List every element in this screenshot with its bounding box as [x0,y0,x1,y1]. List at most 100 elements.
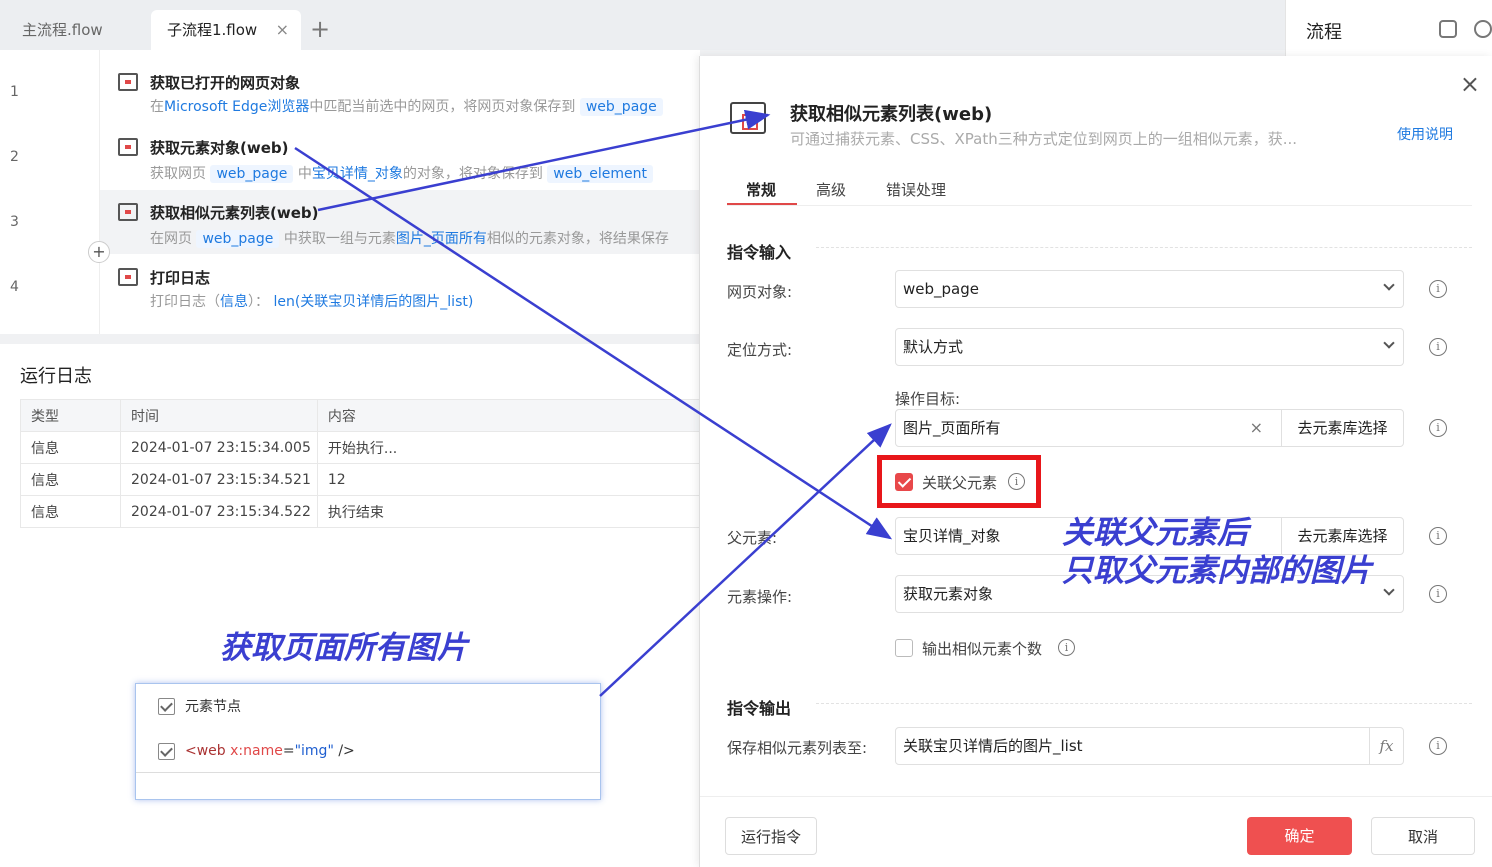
desc-text: ）： [248,294,269,310]
element-tree-popup: 元素节点 <web x:name="img" /> [135,683,601,800]
step-description: 打印日志（信息）： len(关联宝贝详情后的图片_list) [150,291,473,311]
checkbox-checked[interactable] [158,742,175,760]
log-content: 执行结束 [316,495,701,528]
info-icon[interactable]: i [1429,737,1447,755]
tree-node-label: 元素节点 [185,699,241,715]
locate-method-select[interactable]: 默认方式 [895,328,1404,366]
tab-main-flow[interactable]: 主流程.flow [22,10,103,50]
add-tab-icon[interactable]: + [310,14,330,44]
section-input-title: 指令输入 [727,243,792,262]
annotation-all-images: 获取页面所有图片 [220,630,468,666]
link-parent-label: 关联父元素 [922,474,998,492]
log-type: 信息 [20,495,121,528]
tab-bar: 主流程.flow 子流程1.flow × + [0,0,1285,50]
chevron-down-icon [1383,279,1395,291]
log-type: 信息 [20,463,121,496]
info-icon[interactable]: i [1429,419,1447,437]
column-header: 类型 [20,399,121,432]
log-content: 12 [316,463,701,496]
step-description: 在Microsoft Edge浏览器中匹配当前选中的网页，将网页对象保存到 we… [150,96,663,116]
table-header: 类型 时间 内容 [20,399,701,432]
info-icon[interactable]: i [1429,280,1447,298]
flow-editor: 1 2 3 4 获取已打开的网页对象 在Microsoft Edge浏览器中匹配… [0,50,700,334]
parent-element-label: 父元素: [727,529,778,547]
tree-node-row[interactable]: 元素节点 [158,693,241,719]
section-divider [816,703,1472,704]
output-count-label: 输出相似元素个数 [922,640,1043,658]
target-label: 操作目标: [895,390,961,408]
info-icon[interactable]: i [1058,639,1075,656]
select-value: 默认方式 [903,338,964,356]
desc-text: 在网页 [150,231,192,247]
variable-tag: web_element [547,165,653,183]
tab-subflow-1[interactable]: 子流程1.flow × [151,10,301,50]
locate-method-label: 定位方式: [727,341,793,359]
log-time: 2024-01-07 23:15:34.521 [120,463,318,496]
printer-icon [118,268,138,286]
element-library-button[interactable]: 去元素库选择 [1281,410,1403,446]
target-element-field[interactable]: 图片_页面所有 × 去元素库选择 [895,409,1404,447]
log-time: 2024-01-07 23:15:34.005 [120,431,318,464]
output-count-checkbox[interactable] [895,639,913,657]
step-title: 获取已打开的网页对象 [150,74,301,92]
annotation-line: 关联父元素后 [1062,515,1248,551]
tab-error-handling[interactable]: 错误处理 [886,179,946,200]
info-icon[interactable]: i [1008,473,1025,490]
table-row: 信息 2024-01-07 23:15:34.522 执行结束 [20,495,701,528]
select-value: 获取元素对象 [903,585,994,603]
desc-text: 获取网页 [150,166,206,182]
link-parent-checkbox[interactable] [895,473,913,491]
column-header: 内容 [316,399,701,432]
log-table: 类型 时间 内容 信息 2024-01-07 23:15:34.005 开始执行… [20,399,701,528]
close-icon[interactable]: × [1460,70,1480,98]
flow-panel-title: 流程 [1306,22,1342,43]
desc-text: 中匹配当前选中的网页，将网页对象保存到 [309,99,576,115]
step-title: 打印日志 [150,269,211,287]
similar-elements-icon [118,203,138,221]
desc-text: 相似的元素对象，将结果保存 [486,231,669,247]
flow-step-get-open-page[interactable]: 获取已打开的网页对象 在Microsoft Edge浏览器中匹配当前选中的网页，… [100,64,700,128]
line-number: 2 [10,149,19,165]
line-number: 3 [10,214,19,230]
close-tab-icon[interactable]: × [276,10,289,50]
variable-tag: web_page [579,98,663,116]
info-icon[interactable]: i [1429,585,1447,603]
line-number: 1 [10,84,19,100]
clear-icon[interactable]: × [1250,410,1263,446]
section-output-title: 指令输出 [727,699,792,718]
checkbox-checked[interactable] [158,697,175,715]
variable-tag: web_page [196,230,280,248]
confirm-button[interactable]: 确定 [1247,817,1352,855]
flow-step-print-log[interactable]: 打印日志 打印日志（信息）： len(关联宝贝详情后的图片_list) [100,259,700,323]
log-content: 开始执行... [316,431,701,464]
info-icon[interactable]: i [1429,527,1447,545]
divider [136,772,600,773]
tree-node-row[interactable]: <web x:name="img" /> [158,738,355,764]
dialog-title: 获取相似元素列表(web) [790,104,993,125]
flow-step-get-element[interactable]: 获取元素对象(web) 获取网页 web_page 中宝贝详情_对象的对象，将对… [100,129,700,193]
desc-link: len(关联宝贝详情后的图片_list) [273,294,474,310]
desc-text: 中 [297,166,312,182]
desc-text: 打印日志（ [150,294,220,310]
desc-text: 中获取一组与元素 [283,231,396,247]
xml-tag: <web [185,743,231,759]
cancel-button[interactable]: 取消 [1371,817,1475,855]
xml-value: "img" [294,743,334,759]
save-list-input[interactable]: 关联宝贝详情后的图片_list fx [895,727,1404,765]
column-header: 时间 [120,399,318,432]
tab-advanced[interactable]: 高级 [816,179,846,200]
page-object-select[interactable]: web_page [895,270,1404,308]
help-link[interactable]: 使用说明 [1397,124,1453,144]
layers-settings-icon[interactable] [1439,20,1457,38]
run-command-button[interactable]: 运行指令 [725,817,817,855]
fx-icon[interactable]: fx [1369,728,1403,764]
annotation-parent-images: 关联父元素后 只取父元素内部的图片 [1062,514,1372,590]
flow-step-get-similar-list[interactable]: 获取相似元素列表(web) 在网页 web_page 中获取一组与元素图片_页面… [100,190,700,254]
add-settings-icon[interactable] [1474,20,1492,38]
insert-step-button[interactable]: + [88,241,110,263]
run-log-title: 运行日志 [20,366,92,387]
field-value: 宝贝详情_对象 [903,527,1001,545]
tab-general[interactable]: 常规 [746,179,776,200]
browser-window-icon [118,73,138,91]
info-icon[interactable]: i [1429,338,1447,356]
